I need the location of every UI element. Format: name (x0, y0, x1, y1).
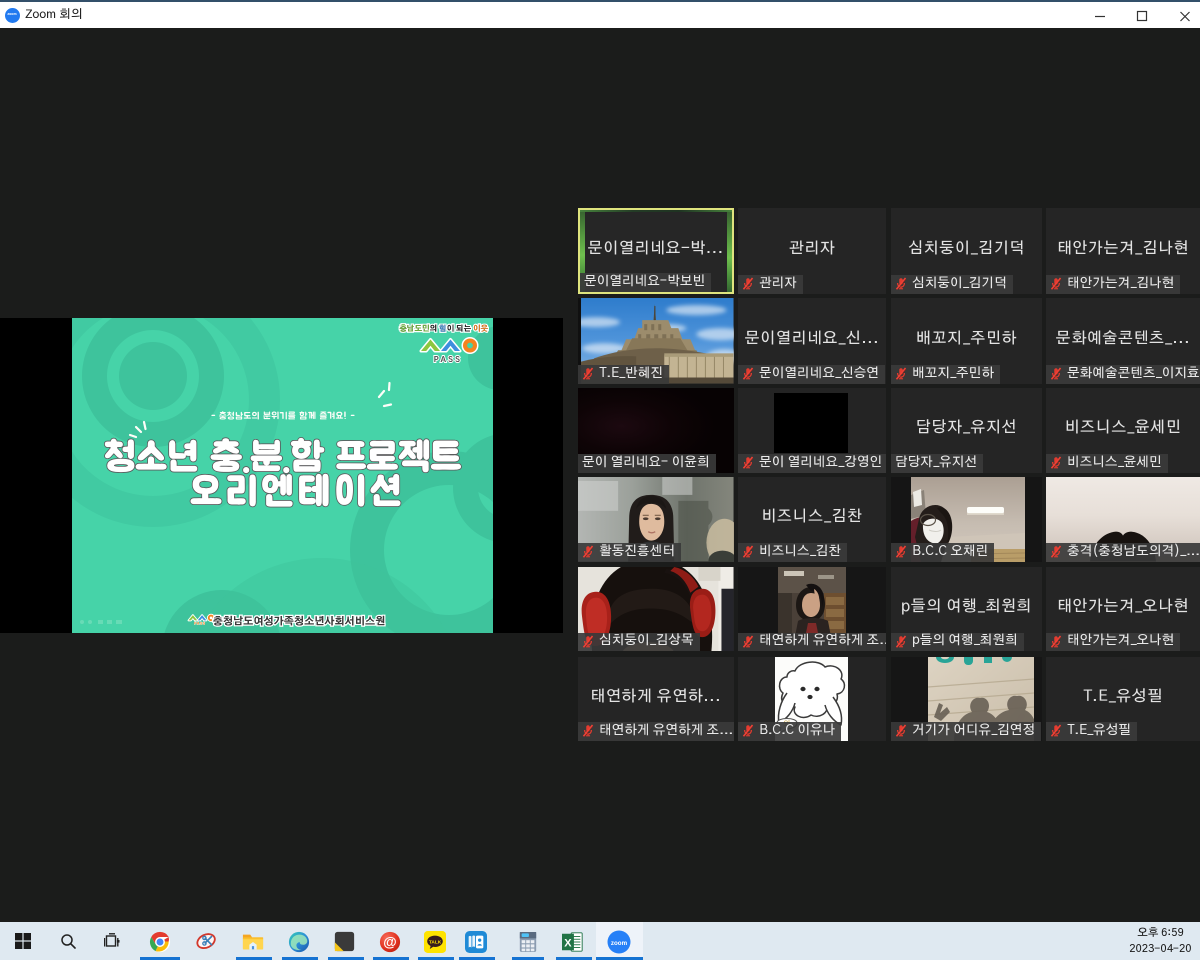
svg-text:zoom: zoom (611, 940, 628, 947)
svg-text:오리엔테이션: 오리엔테이션 (190, 474, 405, 513)
svg-text:@: @ (383, 935, 396, 950)
svg-text:PASS: PASS (194, 622, 205, 626)
svg-text:TALK: TALK (429, 939, 442, 945)
svg-text:청소년 충.분.함 프로젝트: 청소년 충.분.함 프로젝트 (104, 438, 461, 478)
svg-text:- 충청남도의 분위기를 함께 즐겨요! -: - 충청남도의 분위기를 함께 즐겨요! - (210, 410, 354, 421)
svg-text:충남도민의 힘이 되는 이웃: 충남도민의 힘이 되는 이웃 (399, 324, 488, 333)
svg-text:PASS: PASS (433, 355, 461, 364)
svg-text:X: X (564, 938, 572, 950)
svg-text:충청남도여성가족청소년사회서비스원: 충청남도여성가족청소년사회서비스원 (212, 616, 385, 628)
